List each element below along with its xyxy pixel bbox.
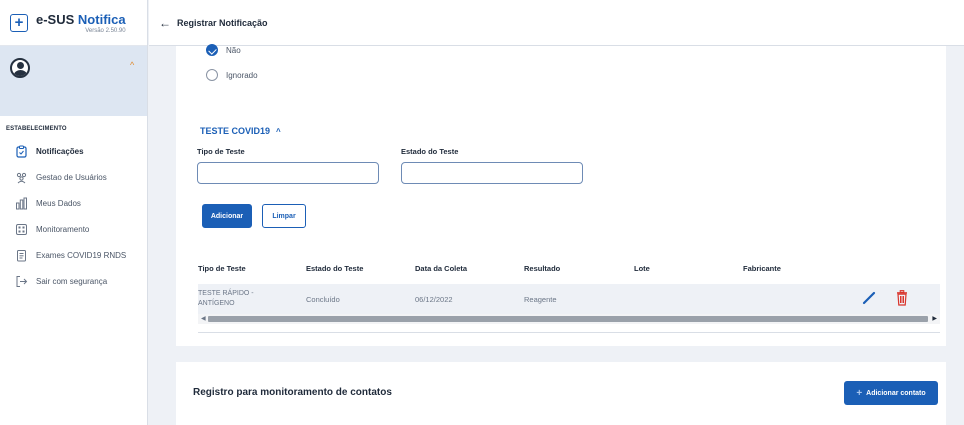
add-contact-button[interactable]: + Adicionar contato xyxy=(844,381,938,405)
add-button[interactable]: Adicionar xyxy=(202,204,252,228)
sidebar-item-label: Sair com segurança xyxy=(36,276,108,286)
column-header: Tipo de Teste xyxy=(198,264,246,273)
cell-test-type-line2: ANTÍGENO xyxy=(198,300,235,307)
radio-unchecked-icon[interactable] xyxy=(206,69,218,81)
sidebar-item-monitoramento[interactable]: Monitoramento xyxy=(0,216,147,242)
sidebar-item-label: Monitoramento xyxy=(36,224,90,234)
exit-icon xyxy=(14,274,28,288)
sidebar-item-notificacoes[interactable]: Notificações xyxy=(0,138,147,164)
sidebar-item-gestao-usuarios[interactable]: Gestao de Usuários xyxy=(0,164,147,190)
test-form-card: Não Ignorado TESTE COVID19 ^ Tipo de Tes… xyxy=(176,44,946,346)
avatar xyxy=(10,58,30,78)
test-state-input[interactable] xyxy=(401,162,583,184)
column-header: Fabricante xyxy=(743,264,781,273)
cell-collection-date: 06/12/2022 xyxy=(415,295,453,304)
page-title: Registrar Notificação xyxy=(177,17,268,28)
column-header: Data da Coleta xyxy=(415,264,468,273)
radio-label: Não xyxy=(226,45,241,55)
horizontal-scrollbar[interactable]: ◀ ▶ xyxy=(198,314,940,324)
clear-button[interactable]: Limpar xyxy=(262,204,306,228)
sidebar-item-label: Notificações xyxy=(36,146,84,156)
monitor-icon xyxy=(14,222,28,236)
sidebar-item-exames-covid19[interactable]: Exames COVID19 RNDS xyxy=(0,242,147,268)
app-name-prefix: e-SUS xyxy=(36,11,75,27)
sidebar-item-label: Exames COVID19 RNDS xyxy=(36,250,127,260)
trash-icon[interactable] xyxy=(895,290,909,306)
app-name: e-SUS Notifica xyxy=(36,12,126,27)
app-name-accent: Notifica xyxy=(77,11,126,27)
radio-option-nao[interactable]: Não xyxy=(206,44,241,56)
topbar: ← Registrar Notificação xyxy=(149,0,964,46)
radio-checked-icon[interactable] xyxy=(206,44,218,56)
sidebar-nav: Notificações Gestao de Usuários Meus Dad… xyxy=(0,138,147,294)
column-header: Estado do Teste xyxy=(306,264,364,273)
sidebar-item-label: Gestao de Usuários xyxy=(36,172,107,182)
sidebar: + e-SUS Notifica Versão 2.50.90 ^ ESTABE… xyxy=(0,0,148,425)
table-header: Tipo de Teste Estado do Teste Data da Co… xyxy=(198,262,940,278)
radio-option-ignorado[interactable]: Ignorado xyxy=(206,69,258,81)
app-version: Versão 2.50.90 xyxy=(85,27,126,34)
scroll-left-arrow-icon[interactable]: ◀ xyxy=(201,315,206,322)
user-box[interactable]: ^ xyxy=(0,46,147,116)
sidebar-item-meus-dados[interactable]: Meus Dados xyxy=(0,190,147,216)
scroll-thumb[interactable] xyxy=(208,316,928,322)
table-row: TESTE RÁPIDO - ANTÍGENO Concluído 06/12/… xyxy=(198,284,940,314)
pencil-icon[interactable] xyxy=(862,291,876,305)
sidebar-item-sair[interactable]: Sair com segurança xyxy=(0,268,147,294)
plus-icon: + xyxy=(856,387,863,399)
test-type-label: Tipo de Teste xyxy=(197,147,245,156)
sidebar-item-label: Meus Dados xyxy=(36,198,81,208)
add-contact-label: Adicionar contato xyxy=(866,389,926,397)
radio-label: Ignorado xyxy=(226,70,258,80)
contacts-card: Registro para monitoramento de contatos … xyxy=(176,362,946,425)
section-title-teste-covid19[interactable]: TESTE COVID19 ^ xyxy=(200,126,281,136)
document-icon xyxy=(14,248,28,262)
cell-test-type: TESTE RÁPIDO - ANTÍGENO xyxy=(198,289,278,309)
clipboard-icon xyxy=(14,144,28,158)
test-state-label: Estado do Teste xyxy=(401,147,459,156)
scroll-right-arrow-icon[interactable]: ▶ xyxy=(932,315,937,322)
cell-result: Reagente xyxy=(524,295,557,304)
chevron-up-icon[interactable]: ^ xyxy=(130,60,134,70)
cell-test-state: Concluído xyxy=(306,295,340,304)
brand-text: e-SUS Notifica Versão 2.50.90 xyxy=(36,12,126,34)
cell-test-type-line1: TESTE RÁPIDO - xyxy=(198,290,254,297)
test-type-input[interactable] xyxy=(197,162,379,184)
divider xyxy=(198,332,940,333)
chevron-up-icon[interactable]: ^ xyxy=(276,127,281,136)
column-header: Lote xyxy=(634,264,650,273)
column-header: Resultado xyxy=(524,264,561,273)
sidebar-section-label: ESTABELECIMENTO xyxy=(6,126,67,132)
bar-chart-icon xyxy=(14,196,28,210)
cross-logo-icon: + xyxy=(10,13,28,32)
brand[interactable]: + e-SUS Notifica Versão 2.50.90 xyxy=(0,0,147,46)
arrow-left-icon[interactable]: ← xyxy=(159,16,171,30)
section-title-text: TESTE COVID19 xyxy=(200,126,271,136)
users-icon xyxy=(14,170,28,184)
contacts-title: Registro para monitoramento de contatos xyxy=(193,387,392,398)
